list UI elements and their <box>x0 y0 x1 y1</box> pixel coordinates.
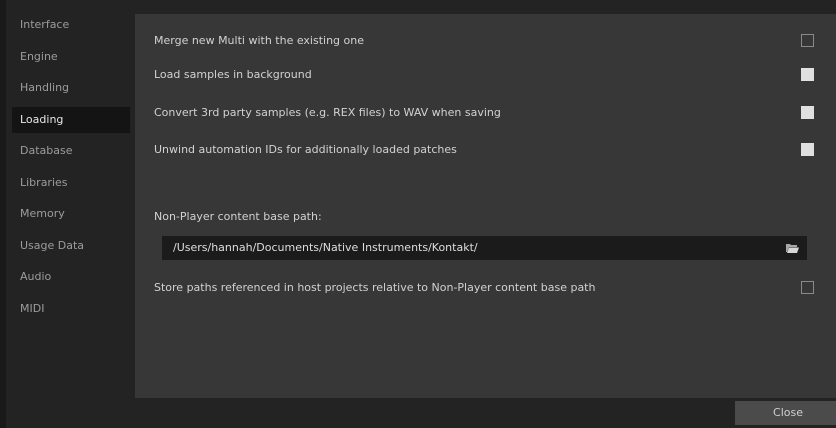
option-label: Unwind automation IDs for additionally l… <box>154 143 457 156</box>
convert-wav-checkbox[interactable] <box>801 106 814 119</box>
option-label: Convert 3rd party samples (e.g. REX file… <box>154 106 501 119</box>
folder-icon[interactable] <box>786 243 799 253</box>
sidebar-item-memory[interactable]: Memory <box>12 201 130 227</box>
merge-multi-checkbox[interactable] <box>801 34 814 47</box>
content-path-label: Non-Player content base path: <box>154 210 322 223</box>
option-row-relative-paths: Store paths referenced in host projects … <box>154 278 822 298</box>
load-background-checkbox[interactable] <box>801 68 814 81</box>
sidebar-item-loading[interactable]: Loading <box>12 106 130 133</box>
option-label: Store paths referenced in host projects … <box>154 281 596 294</box>
option-label: Load samples in background <box>154 68 312 81</box>
sidebar-item-interface[interactable]: Interface <box>12 12 130 38</box>
relative-paths-checkbox[interactable] <box>801 281 814 294</box>
sidebar-item-engine[interactable]: Engine <box>12 44 130 70</box>
sidebar-item-database[interactable]: Database <box>12 138 130 164</box>
option-row-load-background: Load samples in background <box>154 65 822 85</box>
unwind-automation-checkbox[interactable] <box>801 143 814 156</box>
sidebar-item-audio[interactable]: Audio <box>12 264 130 290</box>
preferences-window: Interface Engine Handling Loading Databa… <box>0 0 836 428</box>
option-row-unwind-automation: Unwind automation IDs for additionally l… <box>154 140 822 160</box>
option-row-merge-multi: Merge new Multi with the existing one <box>154 31 822 51</box>
option-row-convert-wav: Convert 3rd party samples (e.g. REX file… <box>154 103 822 123</box>
sidebar-item-midi[interactable]: MIDI <box>12 296 130 322</box>
sidebar-item-usage-data[interactable]: Usage Data <box>12 233 130 259</box>
option-label: Merge new Multi with the existing one <box>154 34 364 47</box>
preferences-sidebar: Interface Engine Handling Loading Databa… <box>12 12 130 408</box>
sidebar-item-handling[interactable]: Handling <box>12 75 130 101</box>
content-path-value: /Users/hannah/Documents/Native Instrumen… <box>173 241 478 254</box>
loading-settings-panel: Merge new Multi with the existing one Lo… <box>135 14 836 398</box>
content-path-field[interactable]: /Users/hannah/Documents/Native Instrumen… <box>162 236 807 260</box>
close-button[interactable]: Close <box>735 401 836 425</box>
sidebar-item-libraries[interactable]: Libraries <box>12 170 130 196</box>
